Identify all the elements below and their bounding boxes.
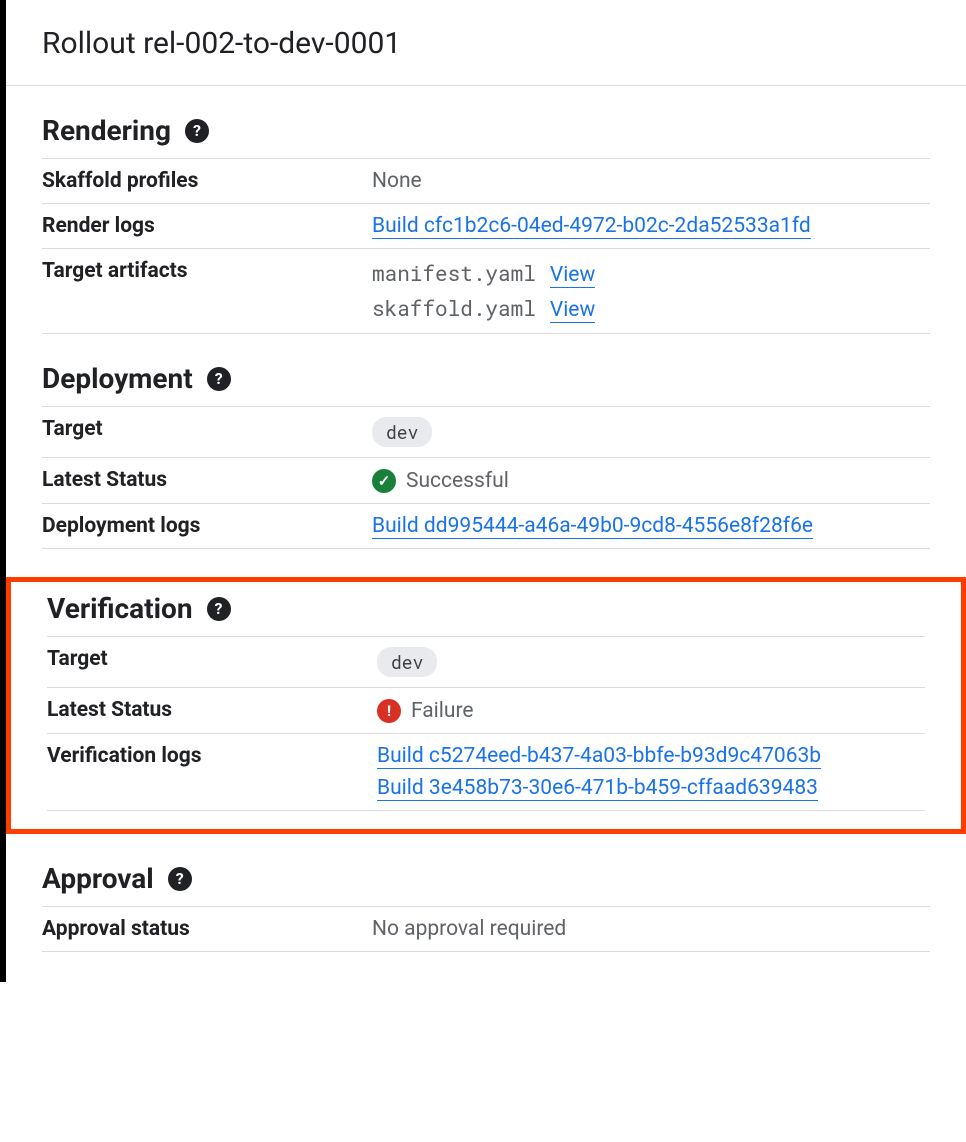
row-approval-status: Approval status No approval required [42, 906, 930, 952]
status-text: Successful [406, 469, 509, 493]
artifact-view-link[interactable]: View [550, 298, 595, 323]
section-approval: Approval ? Approval status No approval r… [42, 862, 930, 952]
row-render-logs: Render logs Build cfc1b2c6-04ed-4972-b02… [42, 203, 930, 249]
row-deploy-status: Latest Status ✓ Successful [42, 457, 930, 504]
row-label: Target [42, 417, 372, 447]
divider [6, 85, 966, 86]
render-logs-link[interactable]: Build cfc1b2c6-04ed-4972-b02c-2da52533a1… [372, 214, 811, 239]
row-label: Skaffold profiles [42, 169, 372, 193]
artifact-row: manifest.yaml View [372, 259, 930, 288]
status-text: Failure [411, 699, 474, 723]
row-label: Latest Status [42, 468, 372, 493]
target-chip: dev [377, 647, 437, 677]
approval-title: Approval [42, 862, 154, 895]
help-icon[interactable]: ? [185, 119, 209, 143]
verification-logs-link[interactable]: Build c5274eed-b437-4a03-bbfe-b93d9c4706… [377, 744, 821, 769]
row-label: Deployment logs [42, 514, 372, 538]
section-rendering: Rendering ? Skaffold profiles None Rende… [42, 114, 930, 334]
artifact-row: skaffold.yaml View [372, 294, 930, 323]
artifact-name: skaffold.yaml [372, 294, 536, 322]
row-skaffold-profiles: Skaffold profiles None [42, 158, 930, 204]
error-circle-icon: ! [377, 699, 401, 723]
section-deployment: Deployment ? Target dev Latest Status ✓ … [42, 362, 930, 549]
row-label: Target artifacts [42, 259, 372, 323]
row-deploy-target: Target dev [42, 406, 930, 458]
row-verify-target: Target dev [47, 636, 925, 688]
row-verify-logs: Verification logs Build c5274eed-b437-4a… [47, 733, 925, 811]
deployment-title: Deployment [42, 362, 193, 395]
row-deploy-logs: Deployment logs Build dd995444-a46a-49b0… [42, 503, 930, 549]
row-verify-status: Latest Status ! Failure [47, 687, 925, 734]
help-icon[interactable]: ? [168, 867, 192, 891]
verification-highlight: Verification ? Target dev Latest Status … [6, 577, 966, 834]
page-title: Rollout rel-002-to-dev-0001 [42, 26, 930, 61]
row-target-artifacts: Target artifacts manifest.yaml View skaf… [42, 248, 930, 334]
row-label: Verification logs [47, 744, 377, 800]
verification-title: Verification [47, 592, 193, 625]
target-chip: dev [372, 417, 432, 447]
row-label: Latest Status [47, 698, 377, 723]
help-icon[interactable]: ? [207, 367, 231, 391]
row-value: None [372, 169, 930, 193]
section-verification: Verification ? Target dev Latest Status … [47, 592, 925, 811]
artifact-view-link[interactable]: View [550, 263, 595, 288]
verification-logs-link[interactable]: Build 3e458b73-30e6-471b-b459-cffaad6394… [377, 776, 818, 801]
row-label: Render logs [42, 214, 372, 238]
deployment-logs-link[interactable]: Build dd995444-a46a-49b0-9cd8-4556e8f28f… [372, 514, 813, 539]
row-label: Approval status [42, 917, 372, 941]
check-circle-icon: ✓ [372, 469, 396, 493]
help-icon[interactable]: ? [207, 597, 231, 621]
row-label: Target [47, 647, 377, 677]
artifact-name: manifest.yaml [372, 259, 536, 287]
row-value: No approval required [372, 917, 930, 941]
rendering-title: Rendering [42, 114, 171, 147]
